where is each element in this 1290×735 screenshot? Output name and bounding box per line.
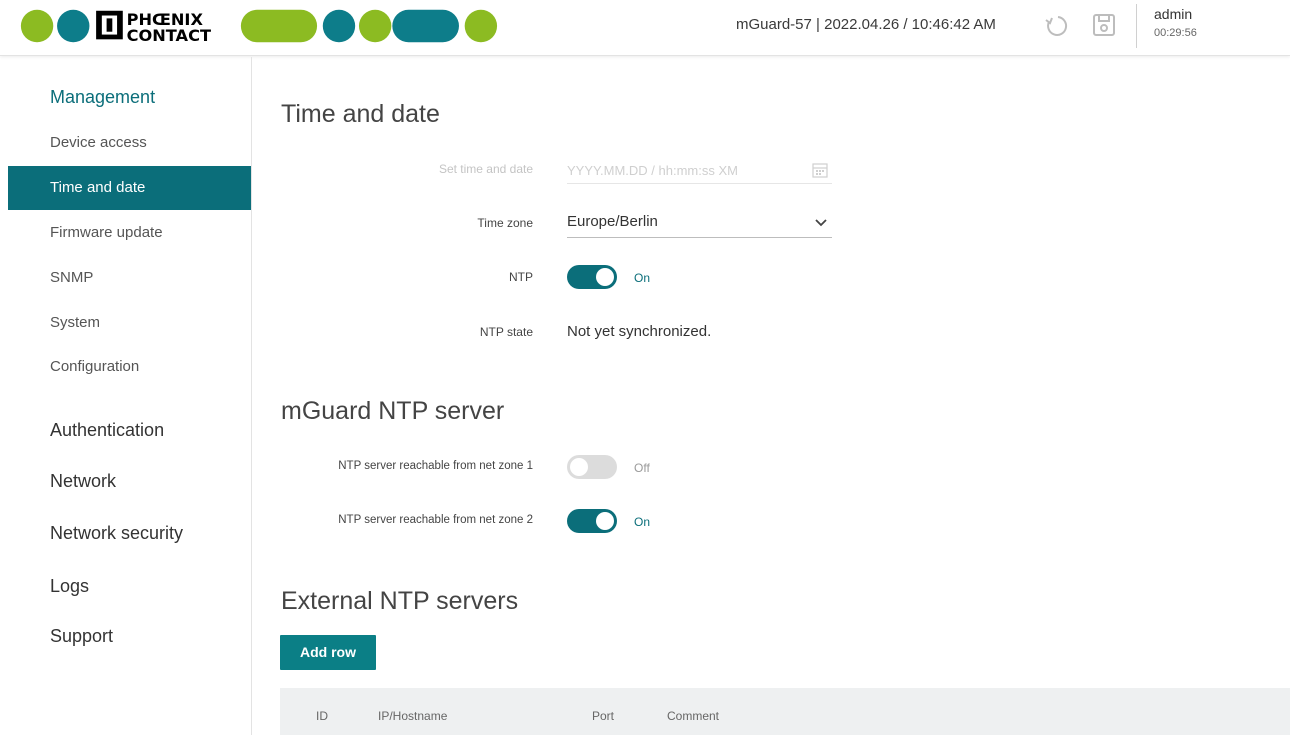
- undo-icon[interactable]: [1042, 12, 1068, 38]
- sidebar-item-time-and-date[interactable]: Time and date: [8, 166, 251, 210]
- column-header-port[interactable]: Port: [592, 709, 614, 723]
- logo-text-bottom: CONTACT: [127, 26, 211, 45]
- zone2-label: NTP server reachable from net zone 2: [338, 514, 533, 526]
- sidebar-section-management[interactable]: Management: [50, 87, 155, 108]
- ntp-state-label: NTP state: [479, 325, 533, 339]
- header-divider: [1136, 4, 1137, 48]
- ntp-state-value: Not yet synchronized.: [567, 323, 712, 340]
- section-title-time-and-date: Time and date: [281, 100, 440, 128]
- time-zone-label: Time zone: [477, 216, 533, 230]
- set-time-placeholder: YYYY.MM.DD / hh:mm:ss XM: [567, 163, 738, 178]
- chevron-down-icon: [815, 219, 827, 227]
- top-header: PHŒNIX CONTACT mGuard-57 | 2022.04.26 / …: [0, 0, 1290, 56]
- sidebar-item-snmp[interactable]: SNMP: [8, 256, 251, 300]
- column-header-hostname[interactable]: IP/Hostname: [378, 709, 447, 723]
- ntp-label: NTP: [509, 270, 533, 284]
- user-name[interactable]: admin: [1154, 6, 1192, 22]
- session-timer: 00:29:56: [1154, 27, 1197, 39]
- section-title-ntp-server: mGuard NTP server: [281, 397, 505, 425]
- section-title-external-ntp: External NTP servers: [281, 587, 519, 615]
- toggle-knob: [596, 268, 614, 286]
- sidebar-item-device-access[interactable]: Device access: [8, 121, 251, 165]
- ntp-toggle[interactable]: [567, 265, 617, 289]
- set-time-label: Set time and date: [438, 162, 533, 176]
- zone1-label: NTP server reachable from net zone 1: [338, 460, 533, 472]
- calendar-icon[interactable]: [812, 162, 828, 178]
- sidebar-section-authentication[interactable]: Authentication: [50, 420, 164, 441]
- sidebar-section-network-security[interactable]: Network security: [50, 523, 183, 544]
- zone1-toggle-state: Off: [634, 461, 650, 475]
- add-row-button[interactable]: Add row: [280, 635, 376, 670]
- time-zone-select[interactable]: Europe/Berlin: [567, 211, 832, 238]
- ntp-toggle-state: On: [634, 271, 651, 285]
- toggle-knob: [570, 458, 588, 476]
- zone2-toggle[interactable]: [567, 509, 617, 533]
- sidebar-item-system[interactable]: System: [8, 301, 251, 345]
- sidebar-section-logs[interactable]: Logs: [50, 576, 89, 597]
- time-zone-value: Europe/Berlin: [567, 213, 658, 230]
- sidebar-section-network[interactable]: Network: [50, 471, 116, 492]
- toggle-knob: [596, 512, 614, 530]
- set-time-input[interactable]: YYYY.MM.DD / hh:mm:ss XM: [567, 160, 832, 184]
- sidebar-item-firmware-update[interactable]: Firmware update: [8, 211, 251, 255]
- column-header-comment[interactable]: Comment: [667, 709, 719, 723]
- zone1-toggle[interactable]: [567, 455, 617, 479]
- column-header-id[interactable]: ID: [316, 709, 328, 723]
- table-header: ID IP/Hostname Port Comment: [280, 688, 1290, 735]
- zone2-toggle-state: On: [634, 515, 651, 529]
- sidebar-section-support[interactable]: Support: [50, 626, 113, 647]
- device-info: mGuard-57 | 2022.04.26 / 10:46:42 AM: [736, 16, 996, 33]
- sidebar: Management Device access Time and date F…: [0, 57, 252, 735]
- save-icon[interactable]: [1091, 12, 1117, 38]
- phoenix-contact-logo: PHŒNIX CONTACT: [20, 9, 498, 45]
- sidebar-item-configuration[interactable]: Configuration: [8, 345, 251, 389]
